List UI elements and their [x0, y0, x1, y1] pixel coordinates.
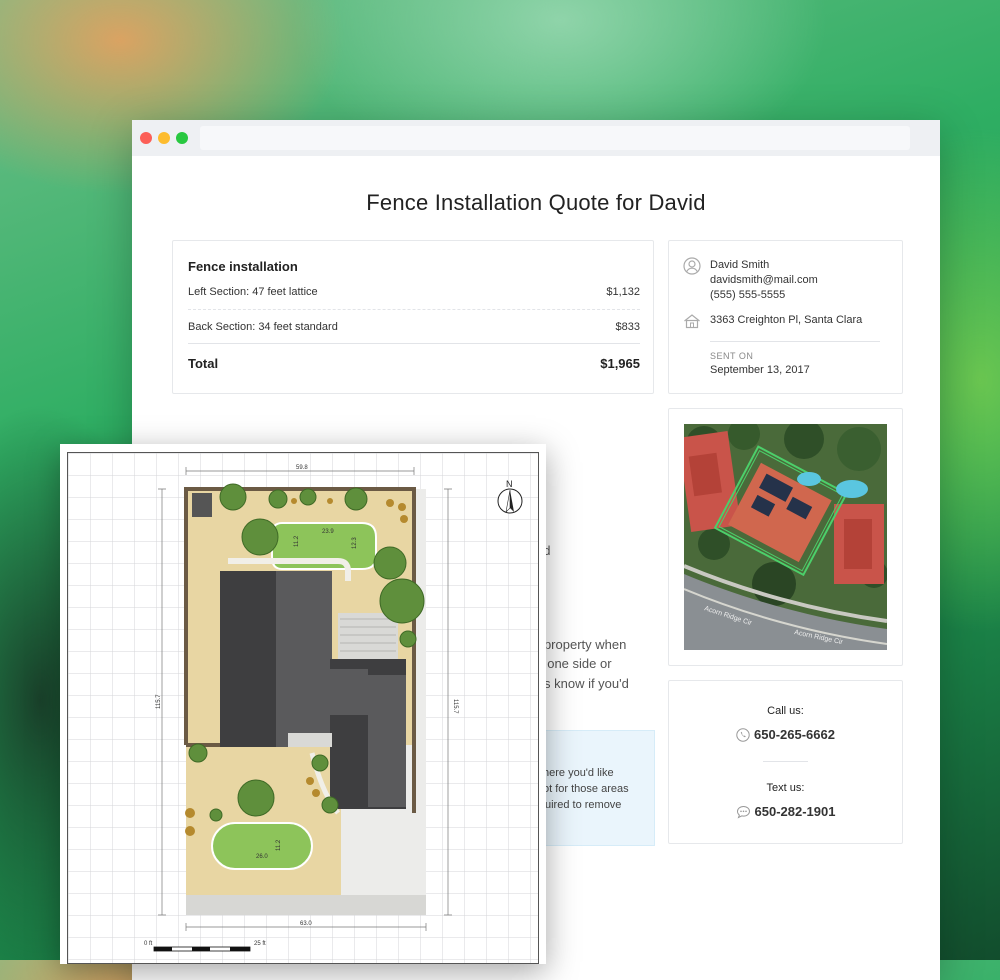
body-text-line: s know if you'd	[544, 676, 629, 691]
line-item-amount: $1,132	[606, 286, 640, 298]
house-icon	[683, 313, 701, 332]
line-item-amount: $833	[615, 321, 640, 333]
close-window-button[interactable]	[140, 132, 152, 144]
call-label: Call us:	[767, 705, 804, 717]
quote-line-item: Left Section: 47 feet lattice $1,132	[188, 286, 640, 298]
chat-icon	[736, 805, 751, 822]
total-label: Total	[188, 356, 219, 371]
phone-icon	[736, 728, 750, 745]
quote-total: Total $1,965	[188, 356, 640, 371]
quote-card: Fence installation Left Section: 47 feet…	[172, 240, 654, 394]
text-label: Text us:	[766, 782, 805, 794]
aerial-map[interactable]: Acorn Ridge Cir Acorn Ridge Cir	[684, 424, 887, 650]
info-text-line: uired to remove	[545, 799, 622, 811]
text-number-text: 650-282-1901	[754, 804, 836, 819]
contact-card: David Smith davidsmith@mail.com (555) 55…	[668, 240, 903, 394]
call-number[interactable]: 650-265-6662	[669, 727, 902, 745]
call-number-text: 650-265-6662	[754, 727, 835, 742]
landscape-plan-window[interactable]: 59.8 63.0 115.7 115.7 23.9 11.2 12.3 26.…	[60, 444, 546, 964]
compass-label: N	[506, 479, 513, 489]
dimension-top: 59.8	[296, 465, 308, 471]
scale-start: 0 ft	[144, 941, 153, 947]
dimension-left: 115.7	[156, 694, 162, 709]
quote-heading: Fence installation	[188, 259, 298, 274]
title-bar	[132, 120, 940, 156]
divider	[188, 309, 640, 310]
scale-end: 25 ft	[254, 941, 266, 947]
divider	[710, 341, 880, 342]
lawn-width: 26.0	[256, 854, 268, 860]
contact-name: David Smith	[710, 259, 770, 271]
address-bar[interactable]	[200, 126, 910, 150]
total-amount: $1,965	[600, 356, 640, 371]
line-item-label: Left Section: 47 feet lattice	[188, 286, 318, 298]
divider	[188, 343, 640, 344]
body-text-line: t one side or	[540, 656, 612, 671]
quote-line-item: Back Section: 34 feet standard $833	[188, 321, 640, 333]
user-icon	[683, 257, 701, 278]
dimension-right: 115.7	[452, 699, 458, 714]
line-item-label: Back Section: 34 feet standard	[188, 321, 338, 333]
contact-phone[interactable]: (555) 555-5555	[710, 289, 785, 301]
landscape-plan: 59.8 63.0 115.7 115.7 23.9 11.2 12.3 26.…	[67, 452, 539, 964]
contact-email[interactable]: davidsmith@mail.com	[710, 274, 818, 286]
text-number[interactable]: 650-282-1901	[669, 804, 902, 822]
info-text-line: here you'd like	[543, 767, 614, 779]
contact-address: 3363 Creighton Pl, Santa Clara	[710, 314, 863, 326]
page-title: Fence Installation Quote for David	[366, 190, 706, 215]
lawn-height: 11.2	[294, 535, 300, 547]
body-text-line: r property when	[536, 637, 627, 652]
sent-label: SENT ON	[710, 351, 754, 361]
call-us-card: Call us: 650-265-6662 Text us: 650-282-1…	[668, 680, 903, 844]
maximize-window-button[interactable]	[176, 132, 188, 144]
sent-date: September 13, 2017	[710, 364, 810, 376]
dimension-bottom: 63.0	[300, 921, 312, 927]
aerial-map-card: Acorn Ridge Cir Acorn Ridge Cir	[668, 408, 903, 666]
info-text-line: ot for those areas	[543, 783, 629, 795]
minimize-window-button[interactable]	[158, 132, 170, 144]
lawn-height: 11.2	[276, 839, 282, 851]
divider	[763, 761, 808, 762]
lawn-height: 12.3	[352, 537, 358, 549]
lawn-width: 23.9	[322, 529, 334, 535]
